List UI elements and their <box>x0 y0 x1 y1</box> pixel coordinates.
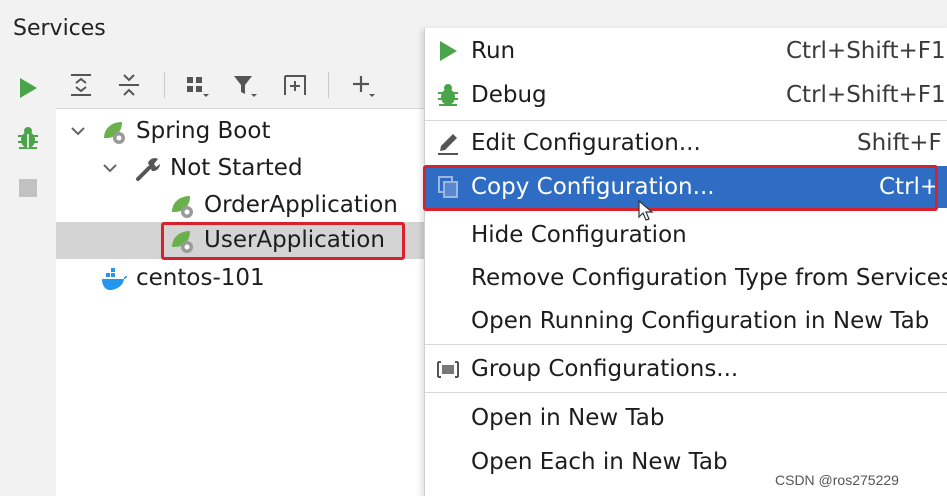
tree-item-label: Not Started <box>170 155 303 181</box>
group-icon <box>437 361 459 378</box>
filter-button[interactable] <box>228 68 262 102</box>
filter-icon <box>234 76 257 97</box>
add-icon <box>353 76 375 97</box>
mouse-cursor-icon <box>638 200 654 221</box>
stop-button[interactable] <box>14 174 42 202</box>
context-menu: Run Ctrl+Shift+F1 Debug Ctrl+Shift+F1 Ed… <box>424 28 947 496</box>
menu-item-remove-configuration-type[interactable]: Remove Configuration Type from Services <box>425 257 947 299</box>
menu-item-hide-configuration[interactable]: Hide Configuration <box>425 214 947 256</box>
menu-item-label: Debug <box>471 82 547 108</box>
services-toolbar <box>56 62 426 109</box>
menu-item-run[interactable]: Run Ctrl+Shift+F1 <box>425 30 947 72</box>
chevron-down-icon <box>71 127 85 136</box>
watermark: CSDN @ros275229 <box>775 472 899 488</box>
debug-icon <box>18 127 38 149</box>
stop-icon <box>19 179 37 197</box>
toolbar-separator <box>164 72 165 98</box>
panel-title: Services <box>13 16 106 41</box>
menu-item-label: Edit Configuration... <box>471 130 701 156</box>
new-tab-icon <box>284 75 306 95</box>
chevron-down-icon <box>103 164 117 173</box>
wrench-icon <box>136 158 161 181</box>
collapse-all-icon <box>119 74 139 96</box>
menu-separator <box>425 344 947 345</box>
menu-item-shortcut: Shift+F <box>857 130 942 156</box>
menu-item-label: Remove Configuration Type from Services <box>471 265 947 291</box>
spring-boot-icon <box>104 122 125 144</box>
collapse-all-button[interactable] <box>112 68 146 102</box>
new-tab-button[interactable] <box>278 68 312 102</box>
expand-all-button[interactable] <box>64 68 98 102</box>
tree-item-centos[interactable]: centos-101 <box>56 260 426 297</box>
menu-item-label: Open Running Configuration in New Tab <box>471 308 930 334</box>
menu-item-label: Hide Configuration <box>471 222 687 248</box>
docker-icon <box>102 268 127 290</box>
group-by-icon <box>187 77 209 97</box>
add-service-button[interactable] <box>346 68 380 102</box>
menu-item-shortcut: Ctrl+Shift+F1 <box>786 38 946 64</box>
run-icon <box>440 41 457 61</box>
menu-item-debug[interactable]: Debug Ctrl+Shift+F1 <box>425 74 947 116</box>
menu-separator <box>425 392 947 393</box>
left-toolbar <box>0 62 57 496</box>
debug-button[interactable] <box>14 124 42 152</box>
menu-item-shortcut: Ctrl+Shift+F1 <box>786 82 946 108</box>
menu-item-label: Open Each in New Tab <box>471 449 728 475</box>
spring-boot-icon <box>172 196 193 218</box>
menu-item-label: Group Configurations... <box>471 356 739 382</box>
tree-item-label: Spring Boot <box>136 118 271 144</box>
run-button[interactable] <box>14 74 42 102</box>
tree-item-label: OrderApplication <box>204 192 398 218</box>
highlight-box-user-application <box>161 222 405 260</box>
tree-item-not-started[interactable]: Not Started <box>56 150 426 187</box>
services-tree: Spring Boot Not Started OrderApplication… <box>56 109 426 496</box>
debug-icon <box>438 84 458 106</box>
menu-item-open-running-configuration[interactable]: Open Running Configuration in New Tab <box>425 300 947 342</box>
menu-item-edit-configuration[interactable]: Edit Configuration... Shift+F <box>425 122 947 164</box>
highlight-box-copy-configuration <box>423 165 938 211</box>
tree-item-spring-boot[interactable]: Spring Boot <box>56 113 426 150</box>
menu-item-label: Run <box>471 38 516 64</box>
tree-item-order-application[interactable]: OrderApplication <box>56 187 426 224</box>
run-icon <box>20 78 37 98</box>
toolbar-separator <box>328 72 329 98</box>
menu-item-group-configurations[interactable]: Group Configurations... <box>425 348 947 390</box>
menu-item-label: Open in New Tab <box>471 405 665 431</box>
menu-item-open-in-new-tab[interactable]: Open in New Tab <box>425 397 947 439</box>
tree-item-label: centos-101 <box>136 265 265 291</box>
pencil-icon <box>438 134 458 155</box>
expand-all-icon <box>71 74 91 96</box>
group-by-button[interactable] <box>180 68 214 102</box>
menu-separator <box>425 120 947 121</box>
